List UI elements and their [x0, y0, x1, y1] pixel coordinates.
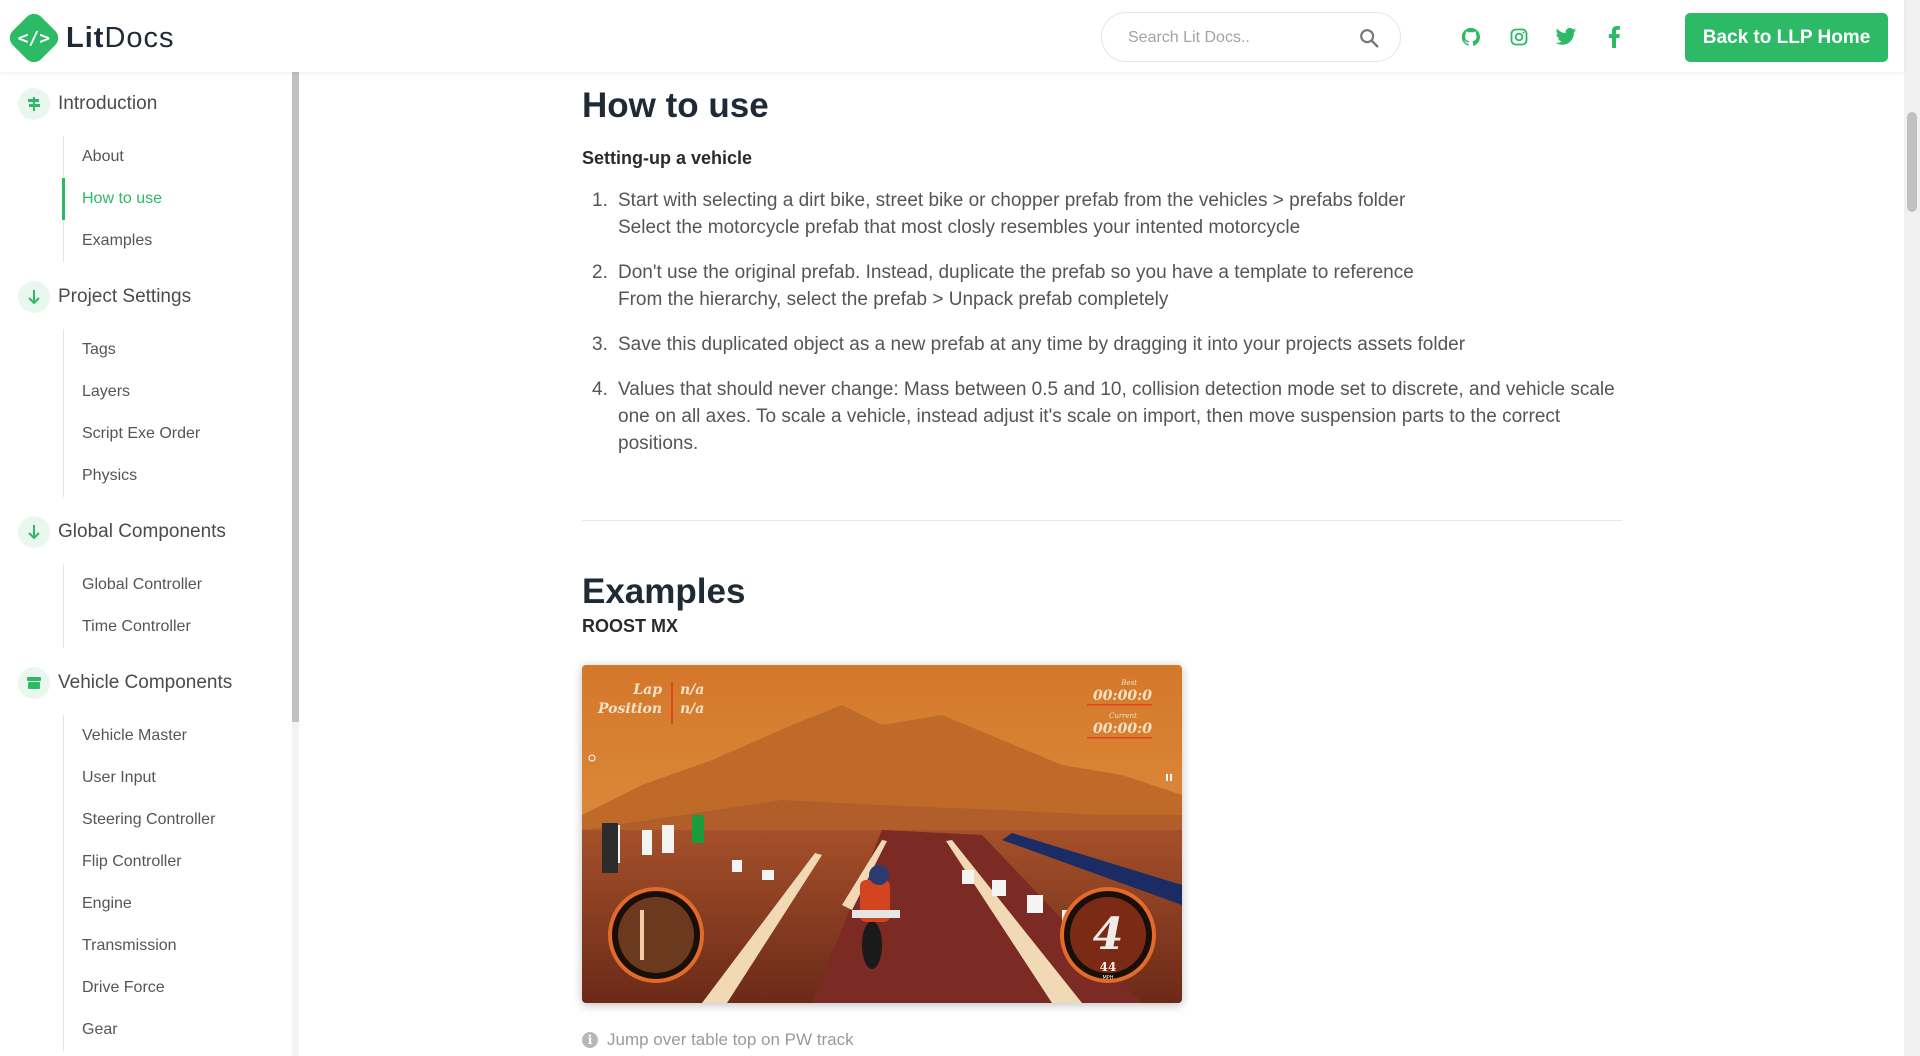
box-icon: [18, 667, 50, 699]
search-icon[interactable]: [1358, 27, 1380, 49]
caption-text: Jump over table top on PW track: [607, 1030, 854, 1049]
sidebar-item-drive-force[interactable]: Drive Force: [64, 967, 215, 1009]
sidebar-section-label: Project Settings: [58, 286, 192, 307]
step-line: Values that should never change: Mass be…: [618, 379, 1615, 454]
section-subtitle: Setting-up a vehicle: [582, 148, 753, 168]
search-box: [1101, 12, 1401, 62]
step-line: Start with selecting a dirt bike, street…: [618, 190, 1406, 211]
sidebar-item-gear[interactable]: Gear: [64, 1009, 215, 1051]
list-item: 1. Start with selecting a dirt bike, str…: [592, 190, 1406, 238]
svg-text:n/a: n/a: [680, 701, 704, 717]
speedometer: 4 44 MPH: [1060, 887, 1156, 983]
gear-readout: 4: [1093, 909, 1124, 960]
sidebar-section-label: Introduction: [58, 93, 158, 114]
svg-text:Best: Best: [1120, 679, 1137, 687]
example-title: ROOST MX: [582, 616, 679, 636]
sidebar-group-project-settings: Tags Layers Script Exe Order Physics: [63, 329, 200, 497]
sidebar-item-examples[interactable]: Examples: [64, 220, 162, 262]
section-title-how-to-use: How to use: [582, 86, 769, 125]
svg-text:n/a: n/a: [680, 682, 704, 698]
sidebar-group-introduction: About How to use Examples: [62, 136, 162, 262]
sidebar-item-physics[interactable]: Physics: [64, 455, 200, 497]
twitter-icon[interactable]: [1551, 22, 1581, 52]
list-item: 3. Save this duplicated object as a new …: [592, 334, 1466, 355]
svg-text:00:00:0: 00:00:0: [1093, 721, 1152, 737]
image-caption: i Jump over table top on PW track: [582, 1030, 854, 1050]
list-item: 4. Values that should never change: Mass…: [592, 379, 1615, 454]
github-icon[interactable]: [1456, 22, 1486, 52]
sidebar-item-vehicle-master[interactable]: Vehicle Master: [64, 715, 215, 757]
steps-list: 1. Start with selecting a dirt bike, str…: [592, 187, 1632, 475]
speed-readout: 44: [1100, 960, 1117, 974]
speed-unit: MPH: [1102, 975, 1113, 981]
sidebar-group-global-components: Global Controller Time Controller: [63, 564, 202, 648]
step-line: Save this duplicated object as a new pre…: [618, 334, 1466, 355]
sidebar-scrollbar[interactable]: [292, 72, 299, 722]
list-item: 2. Don't use the original prefab. Instea…: [592, 262, 1414, 310]
top-header: </> LitDocs Back to LLP Home: [0, 0, 1904, 72]
sidebar-item-script-exe-order[interactable]: Script Exe Order: [64, 413, 200, 455]
step-line: From the hierarchy, select the prefab > …: [618, 289, 1169, 310]
sidebar-section-label: Vehicle Components: [58, 672, 233, 693]
facebook-icon[interactable]: [1599, 22, 1629, 52]
sidebar-item-user-input[interactable]: User Input: [64, 757, 215, 799]
svg-text:00:00:0: 00:00:0: [1093, 688, 1152, 704]
svg-text:Current: Current: [1109, 712, 1137, 720]
sidebar-item-global-controller[interactable]: Global Controller: [64, 564, 202, 606]
sidebar-section-introduction[interactable]: Introduction: [18, 88, 157, 120]
sidebar-section-global-components[interactable]: Global Components: [18, 516, 226, 548]
code-icon: </>: [5, 9, 63, 67]
example-image[interactable]: 4 44 MPH Lap n/a Position n/a Best 00:00…: [582, 665, 1182, 1003]
game-scene: 4 44 MPH Lap n/a Position n/a Best 00:00…: [582, 665, 1182, 1003]
sidebar-section-label: Global Components: [58, 521, 226, 542]
step-line: Don't use the original prefab. Instead, …: [618, 262, 1414, 283]
section-title-examples: Examples: [582, 572, 746, 611]
arrow-down-icon: [18, 281, 50, 313]
page-scrollbar[interactable]: [1907, 112, 1917, 212]
svg-text:Position: Position: [597, 701, 662, 717]
step-line: Select the motorcycle prefab that most c…: [618, 217, 1301, 238]
sidebar-item-how-to-use[interactable]: How to use: [62, 178, 162, 220]
sidebar-item-transmission[interactable]: Transmission: [64, 925, 215, 967]
svg-text:Lap: Lap: [632, 682, 662, 698]
sidebar-item-tags[interactable]: Tags: [64, 329, 200, 371]
sidebar-item-time-controller[interactable]: Time Controller: [64, 606, 202, 648]
signpost-icon: [18, 88, 50, 120]
sidebar-item-engine[interactable]: Engine: [64, 883, 215, 925]
logo[interactable]: </> LitDocs: [5, 9, 175, 67]
sidebar-section-vehicle-components[interactable]: Vehicle Components: [18, 667, 232, 699]
info-icon: i: [582, 1032, 598, 1048]
sidebar-group-vehicle-components: Vehicle Master User Input Steering Contr…: [63, 715, 215, 1051]
sidebar-item-layers[interactable]: Layers: [64, 371, 200, 413]
sidebar-item-flip-controller[interactable]: Flip Controller: [64, 841, 215, 883]
search-input[interactable]: [1128, 26, 1348, 50]
instagram-icon[interactable]: [1504, 22, 1534, 52]
back-to-home-button[interactable]: Back to LLP Home: [1685, 13, 1888, 62]
logo-text: LitDocs: [66, 21, 175, 54]
sidebar-item-steering-controller[interactable]: Steering Controller: [64, 799, 215, 841]
arrow-down-icon: [18, 516, 50, 548]
minimap: [608, 887, 704, 983]
sidebar-item-about[interactable]: About: [64, 136, 162, 178]
section-divider: [582, 520, 1622, 521]
sidebar-section-project-settings[interactable]: Project Settings: [18, 281, 191, 313]
